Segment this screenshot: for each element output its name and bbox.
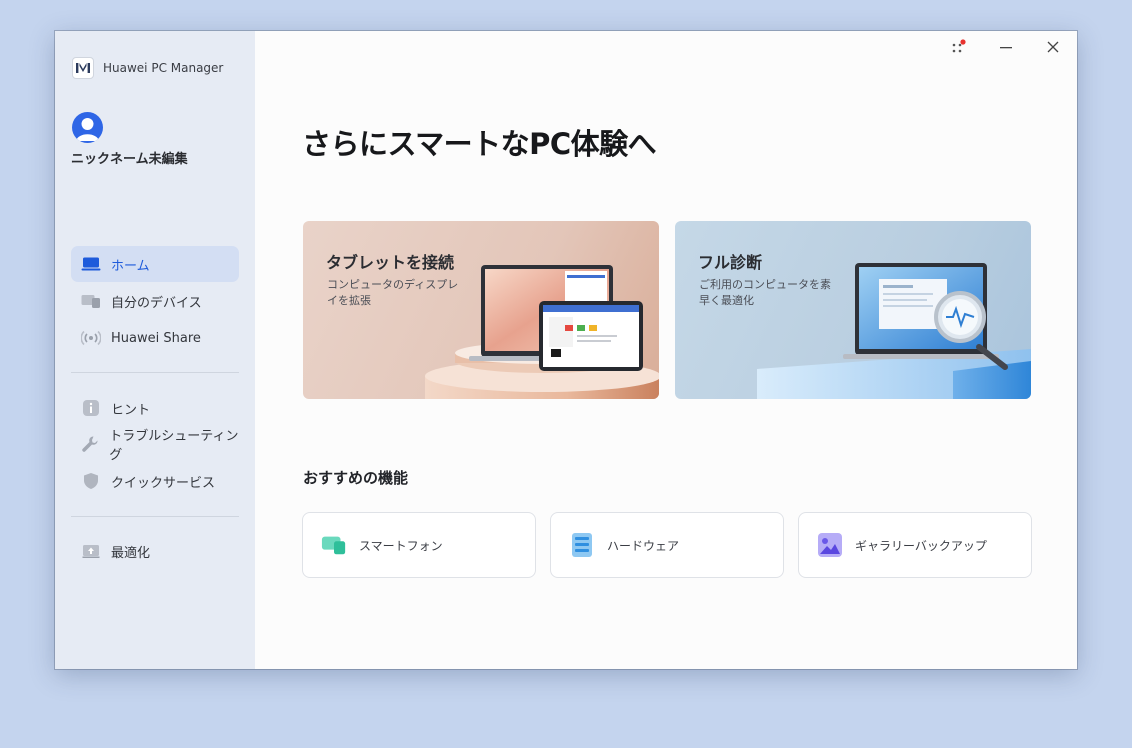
laptop-icon	[81, 254, 101, 274]
connect-tablet-card[interactable]: タブレットを接続 コンピュータのディスプレイを拡張	[303, 221, 659, 399]
gallery-icon	[817, 532, 843, 558]
nickname[interactable]: ニックネーム未編集	[71, 148, 188, 167]
sidebar-item-home[interactable]: ホーム	[71, 246, 239, 282]
sidebar: Huawei PC Manager ニックネーム未編集 ホーム 自分のデバイス …	[55, 31, 255, 669]
tablet-laptop-illustration	[425, 265, 659, 399]
card-description: コンピュータのディスプレイを拡張	[327, 278, 459, 307]
sidebar-item-quick-service[interactable]: クイックサービス	[71, 463, 239, 499]
feature-gallery-backup[interactable]: ギャラリーバックアップ	[798, 512, 1032, 578]
recommended-section-title: おすすめの機能	[303, 469, 409, 487]
app-window: Huawei PC Manager ニックネーム未編集 ホーム 自分のデバイス …	[55, 31, 1077, 669]
page-title: さらにスマートなPC体験へ	[302, 127, 657, 161]
sidebar-item-huawei-share[interactable]: Huawei Share	[71, 320, 239, 356]
close-button[interactable]	[1039, 36, 1067, 58]
hardware-icon	[569, 532, 595, 558]
sidebar-item-label: ホーム	[111, 258, 150, 274]
sidebar-item-label: 最適化	[111, 545, 151, 561]
apps-grid-button[interactable]	[944, 36, 972, 58]
feature-label: スマートフォン	[359, 538, 443, 553]
sidebar-item-label: クイックサービス	[111, 475, 216, 491]
app-name: Huawei PC Manager	[103, 61, 224, 75]
info-icon	[81, 398, 101, 418]
card-description: ご利用のコンピュータを素早く最適化	[699, 278, 831, 307]
apps-grid-icon	[952, 39, 966, 53]
sidebar-item-label: トラブルシューティング	[109, 429, 239, 463]
card-title: タブレットを接続	[326, 253, 455, 272]
app-logo-icon	[72, 57, 94, 79]
notification-dot	[960, 39, 966, 45]
minimize-button[interactable]	[992, 36, 1020, 58]
feature-hardware[interactable]: ハードウェア	[550, 512, 784, 578]
avatar[interactable]	[72, 112, 103, 143]
full-diagnosis-card[interactable]: フル診断 ご利用のコンピュータを素早く最適化	[675, 221, 1031, 399]
sidebar-item-label: ヒント	[111, 402, 151, 418]
devices-icon	[81, 291, 101, 311]
share-signal-icon	[81, 328, 101, 348]
sidebar-item-optimize[interactable]: 最適化	[71, 533, 239, 569]
sidebar-item-my-devices[interactable]: 自分のデバイス	[71, 283, 239, 319]
shield-icon	[81, 471, 101, 491]
sidebar-item-label: 自分のデバイス	[111, 295, 202, 311]
feature-label: ギャラリーバックアップ	[855, 538, 987, 553]
sidebar-item-troubleshooting[interactable]: トラブルシューティング	[71, 426, 239, 463]
wrench-icon	[81, 434, 99, 454]
divider	[71, 516, 239, 517]
diagnosis-laptop-illustration	[757, 263, 1031, 399]
sidebar-item-tips[interactable]: ヒント	[71, 390, 239, 426]
divider	[71, 372, 239, 373]
sidebar-item-label: Huawei Share	[111, 330, 201, 346]
brand: Huawei PC Manager	[72, 57, 223, 79]
card-title: フル診断	[698, 253, 763, 272]
close-icon	[1047, 41, 1059, 53]
feature-smartphone[interactable]: スマートフォン	[302, 512, 536, 578]
user-icon	[76, 118, 99, 141]
minimize-icon	[1000, 47, 1012, 49]
smartphone-icon	[321, 532, 347, 558]
optimize-icon	[81, 541, 101, 561]
feature-label: ハードウェア	[607, 538, 680, 553]
